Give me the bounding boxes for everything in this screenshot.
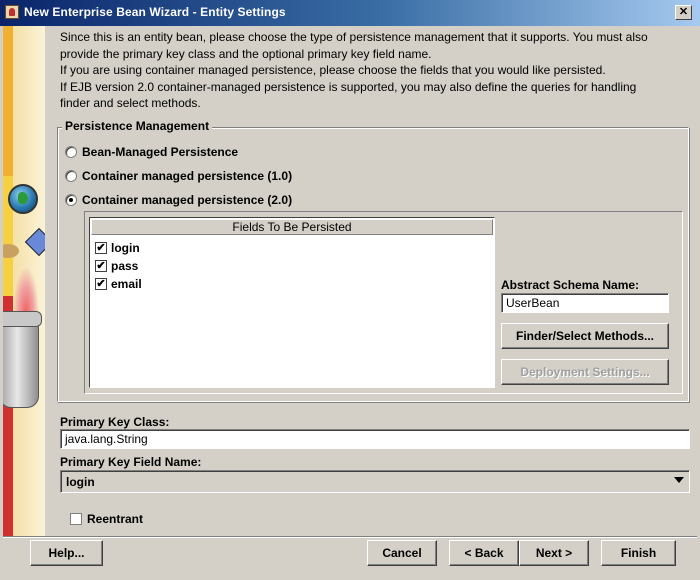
help-button[interactable]: Help... [30,540,103,566]
table-row[interactable]: ✔ email [95,276,142,292]
orange-stripe [3,26,13,176]
radio-label: Container managed persistence (1.0) [82,169,293,183]
field-checkbox[interactable]: ✔ [95,260,107,272]
title-bar[interactable]: New Enterprise Bean Wizard - Entity Sett… [0,0,700,26]
next-button-label: Next > [535,546,573,560]
radio-button[interactable] [65,146,77,158]
primary-key-class-input[interactable]: java.lang.String [60,429,690,449]
finder-select-methods-button[interactable]: Finder/Select Methods... [501,323,669,349]
primary-key-field-label: Primary Key Field Name: [60,455,202,469]
radio-cmp-2-0[interactable]: Container managed persistence (2.0) [65,192,292,208]
field-checkbox[interactable]: ✔ [95,278,107,290]
back-button[interactable]: < Back [449,540,519,566]
next-button[interactable]: Next > [519,540,589,566]
reentrant-option[interactable]: Reentrant [70,511,143,527]
finish-button[interactable]: Finish [601,540,676,566]
chevron-down-icon[interactable] [674,477,684,483]
instructions-line: If you are using container managed persi… [60,63,606,77]
radio-label: Bean-Managed Persistence [82,145,239,159]
instructions-line: If EJB version 2.0 container-managed per… [60,79,637,94]
field-checkbox[interactable]: ✔ [95,242,107,254]
java-cup-icon [5,5,19,19]
field-name: pass [111,259,139,273]
radio-label: Container managed persistence (2.0) [82,193,293,207]
radio-cmp-1-0[interactable]: Container managed persistence (1.0) [65,168,292,184]
table-row[interactable]: ✔ login [95,240,140,256]
wizard-window: New Enterprise Bean Wizard - Entity Sett… [0,0,700,580]
diamond-icon [24,227,45,257]
field-name: email [111,277,142,291]
primary-key-field-dropdown[interactable]: login [60,470,690,493]
primary-key-class-label: Primary Key Class: [60,415,170,429]
instructions-line: finder and select methods. [60,96,201,110]
deployment-settings-button[interactable]: Deployment Settings... [501,359,669,385]
jar-icon [3,311,42,408]
back-button-label: < Back [464,546,504,560]
reentrant-checkbox[interactable] [70,513,82,525]
bean-icon [3,244,19,258]
abstract-schema-input[interactable]: UserBean [501,293,669,313]
persistence-group-title: Persistence Management [62,119,213,133]
radio-button[interactable] [65,170,77,182]
fields-table-header[interactable]: Fields To Be Persisted [91,219,493,235]
reentrant-label: Reentrant [87,512,144,526]
wizard-side-graphic [3,26,45,536]
globe-icon [8,184,38,214]
table-row[interactable]: ✔ pass [95,258,138,274]
cancel-button[interactable]: Cancel [367,540,437,566]
instructions-line: Since this is an entity bean, please cho… [60,30,648,44]
help-button-label: Help... [48,546,85,560]
finder-button-label: Finder/Select Methods... [515,329,655,343]
deployment-button-label: Deployment Settings... [520,365,650,379]
abstract-schema-label: Abstract Schema Name: [501,278,640,292]
finish-button-label: Finish [620,546,657,560]
close-button[interactable]: ✕ [675,5,692,20]
radio-button-selected[interactable] [65,194,77,206]
window-title: New Enterprise Bean Wizard - Entity Sett… [24,5,286,19]
instructions-text: Since this is an entity bean, please cho… [60,29,690,112]
fields-table[interactable]: Fields To Be Persisted ✔ login ✔ pass ✔ … [89,217,495,388]
instructions-line: provide the primary key class and the op… [60,46,432,61]
primary-key-field-value: login [66,475,95,489]
button-bar-separator [3,536,697,538]
field-name: login [111,241,140,255]
cancel-button-label: Cancel [382,546,422,560]
radio-bean-managed[interactable]: Bean-Managed Persistence [65,144,238,160]
